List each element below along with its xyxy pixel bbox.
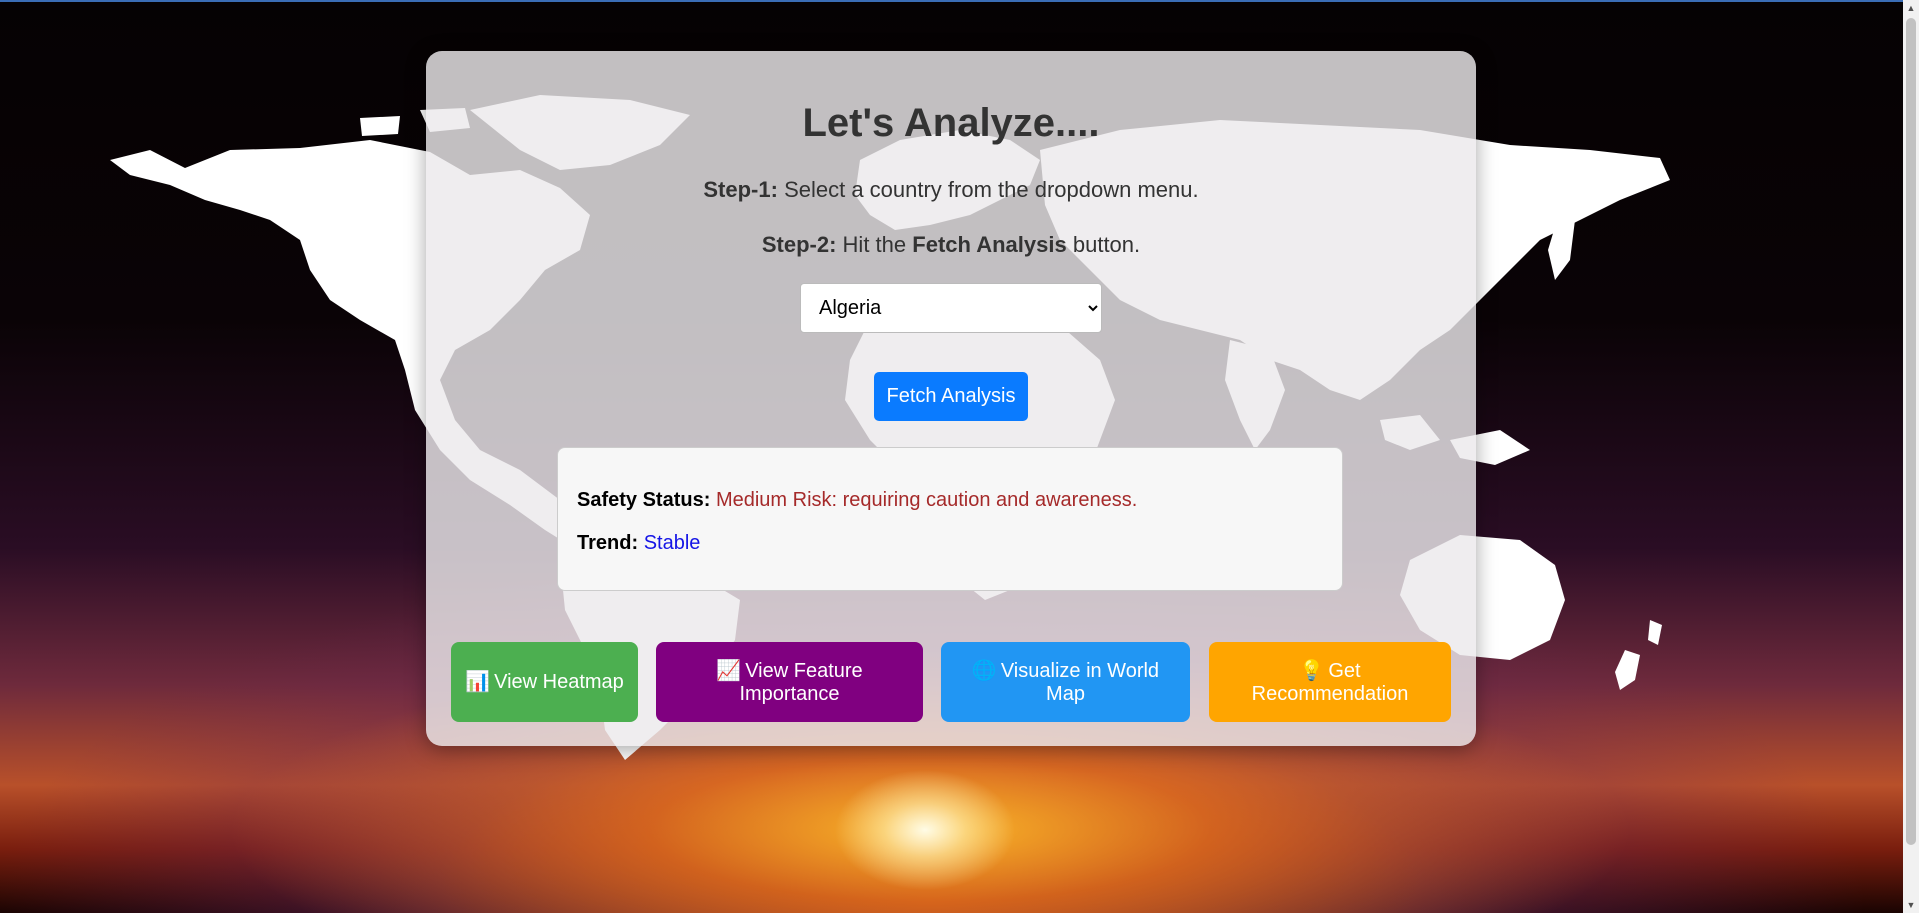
view-heatmap-text: 📊 View Heatmap [465, 670, 624, 694]
vertical-scrollbar[interactable]: ▲ ▼ [1903, 0, 1919, 913]
trend-line: Trend: Stable [577, 532, 700, 555]
step-2-text-before: Hit the [842, 232, 907, 257]
safety-status-value: Medium Risk: requiring caution and aware… [715, 489, 1138, 511]
scroll-up-arrow-icon[interactable]: ▲ [1903, 0, 1919, 16]
scrollbar-thumb[interactable] [1906, 18, 1916, 845]
step-2-text-after: button. [1072, 232, 1141, 257]
view-feature-importance-button[interactable]: 📈 View Feature Importance [656, 642, 923, 722]
step-2-instruction: Step-2: Hit the Fetch Analysis button. [426, 232, 1476, 258]
trend-label: Trend: [577, 532, 639, 554]
step-2-label: Step-2: [761, 232, 837, 257]
step-1-instruction: Step-1: Select a country from the dropdo… [426, 177, 1476, 203]
view-feature-importance-label: View Feature Importance [739, 659, 863, 705]
visualize-world-map-label: Visualize in World Map [1000, 659, 1160, 705]
scroll-down-arrow-icon[interactable]: ▼ [1903, 897, 1919, 913]
country-select[interactable]: Algeria [800, 283, 1102, 333]
page-background: Let's Analyze.... Step-1: Select a count… [0, 0, 1919, 913]
page-title: Let's Analyze.... [802, 101, 1100, 145]
safety-status-line: Safety Status: Medium Risk: requiring ca… [577, 489, 1137, 512]
step-1-text: Select a country from the dropdown menu. [784, 177, 1199, 202]
get-recommendation-text: 💡 Get Recommendation [1223, 657, 1437, 706]
analysis-result-panel: Safety Status: Medium Risk: requiring ca… [557, 447, 1343, 591]
trending-chart-icon: 📈 [716, 657, 742, 682]
get-recommendation-button[interactable]: 💡 Get Recommendation [1209, 642, 1451, 722]
lightbulb-icon: 💡 [1299, 657, 1325, 682]
visualize-world-map-button[interactable]: 🌐 Visualize in World Map [941, 642, 1190, 722]
fetch-analysis-button[interactable]: Fetch Analysis [874, 372, 1028, 421]
analysis-card: Let's Analyze.... Step-1: Select a count… [426, 51, 1476, 746]
get-recommendation-label: Get Recommendation [1251, 659, 1409, 705]
trend-value: Stable [643, 532, 701, 554]
bar-chart-icon: 📊 [465, 669, 491, 693]
view-heatmap-button[interactable]: 📊 View Heatmap [451, 642, 638, 722]
safety-status-label: Safety Status: [577, 489, 711, 511]
globe-icon: 🌐 [971, 657, 997, 682]
view-heatmap-label: View Heatmap [494, 671, 624, 693]
step-2-emphasis: Fetch Analysis [912, 232, 1067, 257]
view-feature-importance-text: 📈 View Feature Importance [670, 657, 909, 706]
step-1-label: Step-1: [703, 177, 778, 202]
visualize-world-map-text: 🌐 Visualize in World Map [955, 657, 1176, 706]
